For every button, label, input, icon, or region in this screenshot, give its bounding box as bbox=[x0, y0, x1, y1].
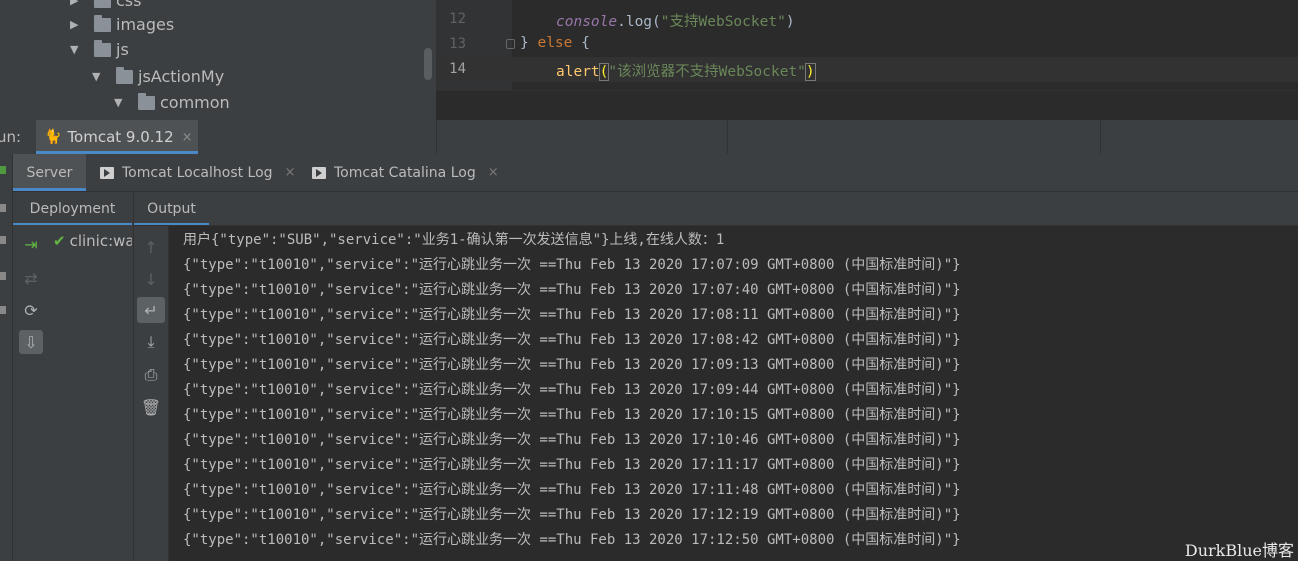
refresh-icon[interactable]: ⟳ bbox=[19, 298, 43, 322]
tool-icon[interactable] bbox=[0, 272, 6, 280]
folder-icon bbox=[94, 14, 111, 32]
tree-item-label: jsActionMy bbox=[138, 67, 225, 86]
tree-item-images[interactable]: ▶ images bbox=[70, 12, 174, 37]
console-line: {"type":"t10010","service":"运行心跳业务一次 ==T… bbox=[183, 257, 961, 273]
collapse-arrow-icon[interactable]: ▼ bbox=[114, 96, 126, 109]
code-line-13: } else { bbox=[520, 35, 590, 51]
watermark: DurkBlue博客 bbox=[1184, 541, 1294, 560]
editor-empty-area bbox=[436, 90, 1298, 120]
undeploy-icon[interactable]: ⇄ bbox=[19, 266, 43, 290]
line-number: 14 bbox=[449, 61, 466, 77]
folder-icon bbox=[138, 92, 155, 110]
service-tabs: Server Tomcat Localhost Log × Tomcat Cat… bbox=[13, 154, 1298, 192]
deployment-panel: Deployment ✔ clinic:war ⇥ ⇄ ⟳ ⇩ bbox=[13, 192, 134, 561]
tab-output[interactable]: Output bbox=[134, 192, 209, 225]
expand-arrow-icon[interactable]: ▶ bbox=[70, 18, 82, 31]
scroll-up-icon[interactable]: ↑ bbox=[137, 234, 165, 260]
tab-deployment[interactable]: Deployment bbox=[13, 192, 132, 225]
console-line: {"type":"t10010","service":"运行心跳业务一次 ==T… bbox=[183, 407, 961, 423]
expand-arrow-icon[interactable]: ▶ bbox=[70, 0, 82, 7]
tree-item-jsactionmy[interactable]: ▼ jsActionMy bbox=[92, 64, 224, 89]
output-tabs: Output bbox=[134, 192, 1298, 226]
console-line: {"type":"t10010","service":"运行心跳业务一次 ==T… bbox=[183, 432, 961, 448]
console-line: 用户{"type":"SUB","service":"业务1-确认第一次发送信息… bbox=[183, 232, 725, 248]
tool-icon[interactable] bbox=[0, 306, 6, 314]
collapse-arrow-icon[interactable]: ▼ bbox=[70, 43, 82, 56]
tab-server[interactable]: Server bbox=[13, 154, 86, 191]
console-line: {"type":"t10010","service":"运行心跳业务一次 ==T… bbox=[183, 382, 961, 398]
console-line: {"type":"t10010","service":"运行心跳业务一次 ==T… bbox=[183, 532, 961, 548]
clear-all-icon[interactable]: 🗑 bbox=[137, 394, 165, 420]
tree-item-label: images bbox=[116, 15, 175, 34]
fold-marker-icon[interactable] bbox=[506, 39, 515, 49]
divider bbox=[1100, 120, 1101, 154]
tab-tomcat-catalina-log[interactable]: Tomcat Catalina Log × bbox=[312, 154, 499, 191]
console-line: {"type":"t10010","service":"运行心跳业务一次 ==T… bbox=[183, 507, 961, 523]
run-tab-tomcat[interactable]: 🐈 Tomcat 9.0.12 × bbox=[36, 120, 198, 154]
console-line: {"type":"t10010","service":"运行心跳业务一次 ==T… bbox=[183, 282, 961, 298]
run-tool-window-header: un: 🐈 Tomcat 9.0.12 × bbox=[0, 120, 1298, 155]
tree-scrollbar[interactable] bbox=[424, 48, 432, 80]
project-tree: ▶ css ▶ images ▼ js ▼ jsActionMy ▼ commo… bbox=[0, 0, 436, 120]
tab-tomcat-localhost-log[interactable]: Tomcat Localhost Log × bbox=[100, 154, 295, 191]
console-line: {"type":"t10010","service":"运行心跳业务一次 ==T… bbox=[183, 482, 961, 498]
close-icon[interactable]: × bbox=[285, 165, 296, 180]
code-line-12: console.log("支持WebSocket") bbox=[556, 14, 795, 30]
close-icon[interactable]: × bbox=[488, 165, 499, 180]
line-number: 12 bbox=[449, 11, 466, 27]
collapse-arrow-icon[interactable]: ▼ bbox=[92, 70, 104, 83]
deploy-all-icon[interactable]: ⇩ bbox=[19, 330, 43, 354]
code-editor[interactable]: 12 13 14 console.log("支持WebSocket") } el… bbox=[436, 0, 1298, 120]
console-line: {"type":"t10010","service":"运行心跳业务一次 ==T… bbox=[183, 332, 961, 348]
tree-item-common[interactable]: ▼ common bbox=[114, 90, 230, 115]
tool-icon[interactable] bbox=[0, 204, 6, 212]
left-tool-strip bbox=[0, 154, 13, 561]
tree-item-label: css bbox=[116, 0, 142, 10]
soft-wrap-icon[interactable]: ↵ bbox=[137, 297, 165, 323]
divider bbox=[436, 120, 437, 154]
divider bbox=[727, 120, 728, 154]
console-line: {"type":"t10010","service":"运行心跳业务一次 ==T… bbox=[183, 457, 961, 473]
console-output[interactable]: 用户{"type":"SUB","service":"业务1-确认第一次发送信息… bbox=[169, 226, 1298, 561]
tree-item-label: js bbox=[116, 40, 129, 59]
deploy-icon[interactable]: ⇥ bbox=[19, 232, 43, 256]
deployment-item-label: clinic:war bbox=[69, 232, 132, 250]
scroll-to-end-icon[interactable]: ⤓ bbox=[137, 329, 165, 355]
output-toolbar: ↑ ↓ ↵ ⤓ ⎙ 🗑 bbox=[134, 226, 169, 561]
log-icon bbox=[312, 166, 326, 179]
scroll-down-icon[interactable]: ↓ bbox=[137, 266, 165, 292]
run-label: un: bbox=[0, 128, 22, 146]
tree-item-label: common bbox=[160, 93, 230, 112]
tomcat-icon: 🐈 bbox=[44, 129, 62, 145]
folder-icon bbox=[116, 66, 133, 84]
console-line: {"type":"t10010","service":"运行心跳业务一次 ==T… bbox=[183, 357, 961, 373]
folder-icon bbox=[94, 39, 111, 57]
line-number: 13 bbox=[449, 36, 466, 52]
folder-icon bbox=[94, 0, 111, 8]
log-icon bbox=[100, 166, 114, 179]
check-icon: ✔ bbox=[53, 232, 66, 250]
console-line: {"type":"t10010","service":"运行心跳业务一次 ==T… bbox=[183, 307, 961, 323]
close-icon[interactable]: × bbox=[182, 130, 193, 145]
tree-item-js[interactable]: ▼ js bbox=[70, 37, 129, 62]
print-icon[interactable]: ⎙ bbox=[137, 362, 165, 388]
run-tab-label: Tomcat 9.0.12 bbox=[67, 128, 174, 146]
code-line-14: alert("该浏览器不支持WebSocket") bbox=[556, 63, 816, 81]
tool-icon[interactable] bbox=[0, 236, 6, 244]
run-icon[interactable] bbox=[0, 166, 6, 174]
